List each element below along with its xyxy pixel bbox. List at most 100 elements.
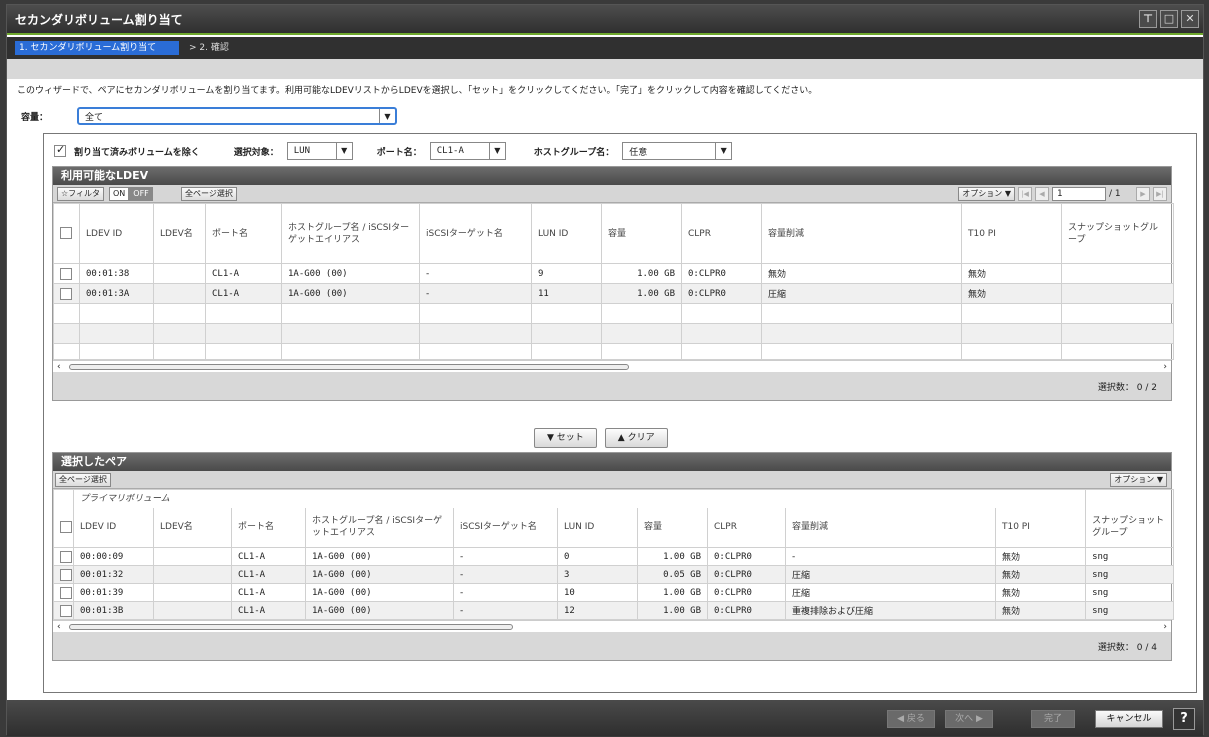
capacity-label: 容量：: [21, 112, 49, 123]
col-header[interactable]: ホストグループ名 / iSCSIターゲットエイリアス: [281, 203, 420, 264]
back-button[interactable]: ◀ 戻る: [887, 710, 935, 728]
row-checkbox[interactable]: [60, 604, 72, 617]
row-checkbox[interactable]: [60, 267, 72, 280]
first-page-icon[interactable]: |◀: [1018, 187, 1032, 201]
table-cell: -: [785, 547, 996, 566]
table-cell: -: [453, 583, 558, 602]
table-cell: [153, 283, 206, 304]
col-header[interactable]: ホストグループ名 / iSCSIターゲットエイリアス: [305, 507, 454, 548]
target-select[interactable]: LUN ▼: [286, 142, 353, 160]
table-cell: 11: [531, 283, 602, 304]
table-row[interactable]: 00:01:38 CL1-A 1A-G00 (00) - 9 1.00 GB 0…: [53, 263, 1174, 284]
table-cell: 00:01:3A: [79, 283, 154, 304]
table-cell: CL1-A: [205, 283, 282, 304]
table-cell: CL1-A: [205, 263, 282, 284]
row-checkbox[interactable]: [60, 568, 72, 581]
capacity-select[interactable]: 全て ▼: [77, 107, 397, 125]
row-checkbox[interactable]: [60, 287, 72, 300]
close-button[interactable]: ✕: [1181, 10, 1199, 28]
table-row[interactable]: 00:01:3A CL1-A 1A-G00 (00) - 11 1.00 GB …: [53, 283, 1174, 304]
clear-button[interactable]: ▲ クリア: [604, 428, 668, 448]
col-header[interactable]: 容量: [637, 507, 708, 548]
table-cell: 00:01:32: [73, 565, 154, 584]
col-header[interactable]: LDEV ID: [73, 507, 154, 548]
page-input[interactable]: 1: [1052, 187, 1106, 201]
filter-button[interactable]: ☆フィルタ: [57, 187, 105, 201]
col-header[interactable]: LUN ID: [531, 203, 602, 264]
col-header[interactable]: LDEV ID: [79, 203, 154, 264]
table-cell: 1A-G00 (00): [305, 547, 454, 566]
col-header[interactable]: T10 PI: [994, 507, 1087, 548]
col-header[interactable]: ポート名: [231, 507, 306, 548]
step-confirm: > 2. 確認: [189, 43, 229, 53]
table-cell: sng: [1085, 583, 1175, 602]
col-header[interactable]: スナップショットグループ: [1085, 507, 1175, 548]
row-checkbox[interactable]: [60, 550, 72, 563]
wizard-steps: 1. セカンダリボリューム割り当て > 2. 確認: [7, 37, 1203, 59]
col-header[interactable]: ポート名: [205, 203, 282, 264]
filter-off-toggle[interactable]: OFF: [129, 187, 153, 201]
table-cell: CL1-A: [231, 601, 306, 620]
next-button[interactable]: 次へ ▶: [945, 710, 993, 728]
table-cell: 00:00:09: [73, 547, 154, 566]
cancel-button[interactable]: キャンセル: [1095, 710, 1163, 728]
col-header[interactable]: T10 PI: [961, 203, 1062, 264]
options-button[interactable]: オプション ▼: [1110, 473, 1167, 487]
col-header[interactable]: 容量削減: [785, 507, 996, 548]
options-button[interactable]: オプション ▼: [958, 187, 1015, 201]
table-cell: 圧縮: [785, 583, 996, 602]
table-row[interactable]: 00:01:3B CL1-A 1A-G00 (00) - 12 1.00 GB …: [53, 601, 1175, 620]
capacity-value: 全て: [85, 112, 104, 123]
table-cell: 00:01:3B: [73, 601, 154, 620]
col-header[interactable]: スナップショットグループ: [1061, 203, 1174, 264]
table-cell: 0.05 GB: [637, 565, 708, 584]
col-header[interactable]: 容量: [601, 203, 682, 264]
row-checkbox[interactable]: [60, 586, 72, 599]
exclude-assigned-checkbox[interactable]: [54, 143, 66, 157]
col-header[interactable]: iSCSIターゲット名: [419, 203, 532, 264]
table-cell: 無効: [994, 601, 1087, 620]
horizontal-scrollbar[interactable]: ‹ ›: [53, 360, 1171, 372]
col-header[interactable]: CLPR: [707, 507, 786, 548]
horizontal-scrollbar[interactable]: ‹ ›: [53, 620, 1171, 632]
hostgroup-select[interactable]: 任意 ▼: [622, 142, 733, 160]
col-header[interactable]: LDEV名: [153, 203, 206, 264]
select-all-checkbox[interactable]: [60, 227, 72, 240]
maximize-button[interactable]: □: [1160, 10, 1178, 28]
port-select[interactable]: CL1-A ▼: [429, 142, 506, 160]
col-header[interactable]: 容量削減: [761, 203, 962, 264]
table-cell: 1.00 GB: [637, 583, 708, 602]
finish-button[interactable]: 完了: [1031, 710, 1075, 728]
available-ldev-title: 利用可能なLDEV: [53, 167, 1171, 185]
table-cell: 圧縮: [761, 283, 962, 304]
table-cell: [1061, 263, 1174, 284]
scroll-thumb[interactable]: [69, 624, 513, 630]
table-cell: 0:CLPR0: [707, 583, 786, 602]
table-row[interactable]: 00:01:32 CL1-A 1A-G00 (00) - 3 0.05 GB 0…: [53, 565, 1175, 584]
pin-button[interactable]: ⊤: [1139, 10, 1157, 28]
chevron-down-icon: ▼: [335, 143, 352, 159]
col-header[interactable]: LUN ID: [557, 507, 638, 548]
col-header[interactable]: iSCSIターゲット名: [453, 507, 558, 548]
prev-page-icon[interactable]: ◀: [1035, 187, 1049, 201]
scroll-thumb[interactable]: [69, 364, 629, 370]
table-cell: 1A-G00 (00): [281, 263, 420, 284]
col-header[interactable]: LDEV名: [153, 507, 232, 548]
filter-on-toggle[interactable]: ON: [109, 187, 130, 201]
pairs-selected-count: 選択数： 0 / 4: [1097, 643, 1157, 653]
select-all-pages-button[interactable]: 全ページ選択: [181, 187, 237, 201]
select-all-pages-button[interactable]: 全ページ選択: [55, 473, 111, 487]
set-button[interactable]: ▼ セット: [534, 428, 597, 448]
select-all-checkbox[interactable]: [60, 521, 72, 533]
help-button[interactable]: ?: [1173, 708, 1195, 730]
table-row[interactable]: 00:01:39 CL1-A 1A-G00 (00) - 10 1.00 GB …: [53, 583, 1175, 602]
next-page-icon[interactable]: ▶: [1136, 187, 1150, 201]
last-page-icon[interactable]: ▶|: [1153, 187, 1167, 201]
available-ldev-panel: 利用可能なLDEV ☆フィルタ ON OFF 全ページ選択 オプション ▼ |◀…: [52, 166, 1174, 401]
table-cell: -: [453, 601, 558, 620]
table-row[interactable]: 00:00:09 CL1-A 1A-G00 (00) - 0 1.00 GB 0…: [53, 547, 1175, 566]
chevron-down-icon: ▼: [488, 143, 505, 159]
table-cell: -: [419, 263, 532, 284]
table-cell: -: [419, 283, 532, 304]
col-header[interactable]: CLPR: [681, 203, 762, 264]
